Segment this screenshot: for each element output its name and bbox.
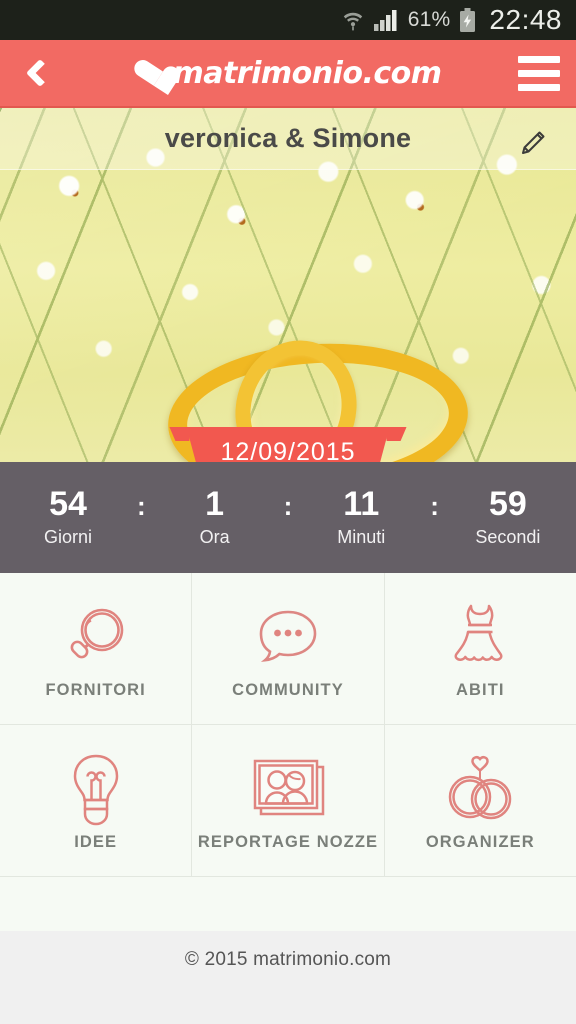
countdown-separator: : bbox=[136, 491, 146, 521]
countdown-value: 11 bbox=[343, 484, 380, 523]
wedding-rings-icon bbox=[436, 749, 524, 831]
footer: © 2015 matrimonio.com bbox=[0, 930, 576, 1024]
back-button[interactable] bbox=[0, 39, 74, 107]
lightbulb-icon bbox=[64, 749, 128, 831]
battery-charging-icon bbox=[459, 7, 476, 33]
countdown-separator: : bbox=[283, 491, 293, 521]
feature-grid-row: IDEE REPORTAGE NOZZE ORGANIZER bbox=[0, 725, 576, 877]
hamburger-menu-button[interactable] bbox=[502, 39, 576, 107]
speech-bubble-icon bbox=[248, 597, 328, 679]
photo-stack-icon bbox=[242, 749, 334, 831]
battery-percent-label: 61% bbox=[407, 8, 451, 31]
logo-label: matrimonio.com bbox=[172, 55, 442, 91]
countdown-unit-days: 54 Giorni bbox=[29, 484, 107, 549]
countdown-value: 54 bbox=[49, 484, 87, 523]
countdown-value: 59 bbox=[488, 484, 527, 523]
countdown-value: 1 bbox=[205, 484, 225, 523]
wedding-date-label: 12/09/2015 bbox=[186, 427, 390, 462]
hamburger-menu-icon bbox=[518, 55, 560, 63]
grid-item-label: REPORTAGE NOZZE bbox=[197, 833, 379, 851]
pencil-edit-icon bbox=[522, 131, 545, 154]
hamburger-menu-icon bbox=[518, 69, 560, 77]
countdown-separator: : bbox=[430, 491, 439, 521]
magnifier-icon bbox=[58, 597, 134, 679]
countdown-label: Secondi bbox=[475, 527, 541, 548]
countdown-label: Minuti bbox=[337, 527, 386, 548]
chevron-left-icon bbox=[25, 58, 55, 88]
grid-item-organizer[interactable]: ORGANIZER bbox=[384, 725, 576, 876]
app-screen: 61% 22:48 matrimonio.com veronica & Simo… bbox=[0, 0, 576, 1024]
status-bar: 61% 22:48 bbox=[0, 0, 576, 40]
countdown-bar: 54 Giorni : 1 Ora : 11 Minuti : 59 Secon… bbox=[0, 462, 576, 573]
clock-label: 22:48 bbox=[489, 4, 562, 35]
couple-names-strip: veronica & Simone bbox=[0, 108, 576, 170]
grid-item-community[interactable]: COMMUNITY bbox=[192, 573, 385, 724]
countdown-unit-hours: 1 Ora bbox=[176, 484, 254, 549]
countdown-label: Ora bbox=[199, 527, 230, 548]
grid-item-label: IDEE bbox=[74, 833, 118, 851]
grid-item-idee[interactable]: IDEE bbox=[0, 725, 193, 876]
dress-icon bbox=[447, 597, 513, 679]
countdown-unit-minutes: 11 Minuti bbox=[322, 484, 400, 549]
heart-icon bbox=[131, 54, 171, 92]
grid-item-abiti[interactable]: ABITI bbox=[384, 573, 576, 724]
app-logo[interactable]: matrimonio.com bbox=[74, 56, 502, 91]
ribbon-tail-right bbox=[386, 427, 407, 441]
hero-banner[interactable]: veronica & Simone 12/09/2015 bbox=[0, 108, 576, 462]
grid-item-label: ABITI bbox=[456, 681, 505, 699]
couple-names-label: veronica & Simone bbox=[164, 123, 412, 153]
grid-item-reportage-nozze[interactable]: REPORTAGE NOZZE bbox=[192, 725, 385, 876]
grid-item-fornitori[interactable]: FORNITORI bbox=[0, 573, 193, 724]
wifi-icon bbox=[342, 8, 364, 32]
grid-item-label: COMMUNITY bbox=[232, 681, 344, 699]
feature-grid: FORNITORI COMMUNITY ABITI IDEE REPORTAGE… bbox=[0, 573, 576, 931]
ribbon-tail-left bbox=[169, 427, 190, 441]
copyright-label: © 2015 matrimonio.com bbox=[184, 948, 392, 970]
grid-item-label: ORGANIZER bbox=[425, 833, 535, 851]
hamburger-menu-icon bbox=[518, 83, 560, 91]
grid-item-label: FORNITORI bbox=[45, 681, 146, 699]
wedding-date-ribbon: 12/09/2015 bbox=[169, 427, 407, 462]
app-bar: matrimonio.com bbox=[0, 40, 576, 108]
feature-grid-row: FORNITORI COMMUNITY ABITI bbox=[0, 573, 576, 725]
countdown-unit-seconds: 59 Secondi bbox=[469, 484, 547, 549]
edit-names-button[interactable] bbox=[510, 122, 554, 166]
countdown-label: Giorni bbox=[43, 527, 92, 548]
signal-bars-icon bbox=[373, 8, 399, 32]
